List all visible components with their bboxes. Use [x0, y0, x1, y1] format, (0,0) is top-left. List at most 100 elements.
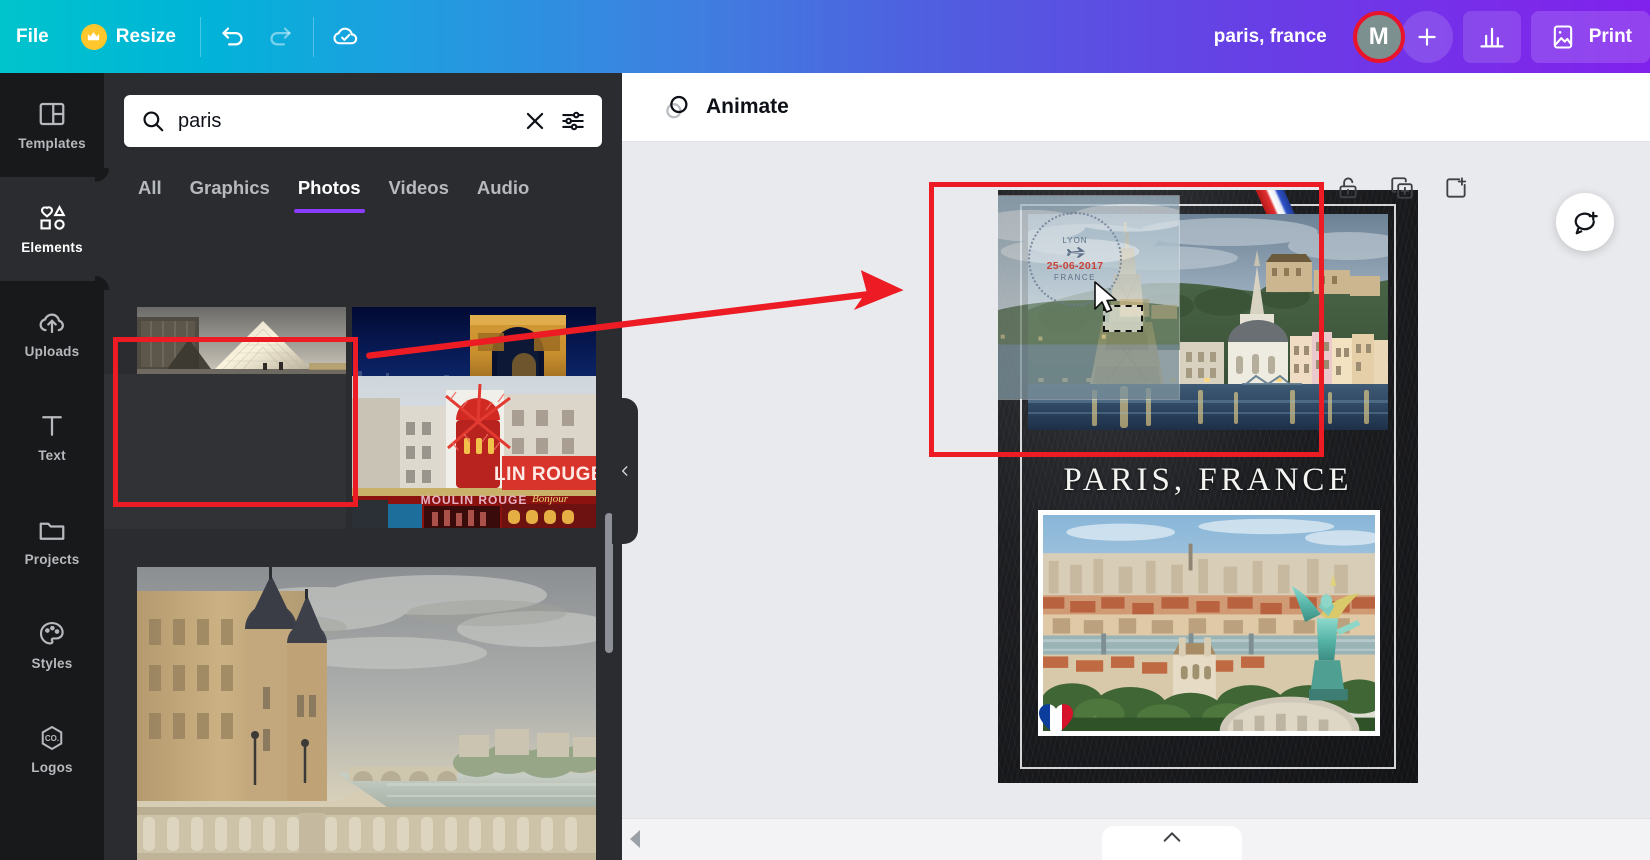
redo-button[interactable]	[257, 13, 305, 61]
drop-target-indicator	[1103, 305, 1143, 332]
chevron-up-icon	[1163, 832, 1181, 842]
projects-icon	[39, 522, 65, 540]
sidebar-item-styles[interactable]: Styles	[0, 593, 104, 697]
design-title-text[interactable]: PARIS, FRANCE	[998, 462, 1418, 499]
sidebar-item-logos[interactable]: CO. Logos	[0, 697, 104, 801]
animate-button[interactable]: Animate	[650, 86, 801, 128]
stamp-city: LYON	[1062, 236, 1088, 245]
logos-icon: CO.	[41, 725, 63, 751]
image-icon	[1553, 24, 1572, 49]
top-toolbar: File Resize paris, france M Print	[0, 0, 1650, 73]
cloud-check-icon	[333, 27, 358, 45]
unlock-icon	[1339, 177, 1357, 199]
print-button[interactable]: Print	[1530, 10, 1650, 63]
insights-button[interactable]	[1462, 10, 1521, 63]
sidebar-item-elements[interactable]: Elements	[0, 177, 104, 281]
list-item[interactable]	[104, 374, 346, 529]
saved-status-button[interactable]	[322, 13, 370, 61]
postage-stamp: LYON 25-06-2017 FRANCE	[1028, 212, 1122, 306]
templates-icon	[39, 102, 65, 126]
add-comment-button[interactable]	[1556, 193, 1614, 251]
avatar-container: M	[1351, 9, 1407, 65]
add-collaborator-button[interactable]	[1400, 10, 1453, 63]
prev-page-button[interactable]	[630, 830, 640, 848]
crown-icon	[80, 23, 107, 50]
french-flag-heart-icon	[1039, 704, 1073, 735]
resize-label: Resize	[115, 25, 176, 47]
search-icon	[143, 111, 164, 132]
redo-icon	[270, 27, 292, 46]
design-bottom-photo[interactable]	[1038, 510, 1380, 736]
tab-photos[interactable]: Photos	[284, 167, 375, 213]
tab-all[interactable]: All	[124, 167, 176, 209]
print-label: Print	[1588, 25, 1632, 47]
document-title[interactable]: paris, france	[1200, 18, 1341, 56]
bar-chart-icon	[1480, 27, 1504, 47]
chevron-left-icon	[621, 466, 628, 476]
sliders-icon[interactable]	[560, 108, 586, 134]
svg-text:Bonjour: Bonjour	[532, 493, 569, 505]
design-toolbar: Animate	[622, 73, 1650, 142]
sidebar-item-projects[interactable]: Projects	[0, 489, 104, 593]
sidebar-label-projects: Projects	[24, 552, 80, 567]
resize-button[interactable]: Resize	[65, 15, 192, 59]
list-item[interactable]	[137, 567, 596, 860]
file-menu-label: File	[16, 25, 49, 47]
top-toolbar-left: File Resize	[0, 0, 370, 73]
sidebar-label-templates: Templates	[18, 136, 86, 151]
flag-heart-sticker[interactable]	[1038, 702, 1074, 736]
stamp-date: 25-06-2017	[1046, 260, 1104, 272]
file-menu-button[interactable]: File	[0, 15, 65, 59]
text-icon	[42, 416, 62, 436]
search-input[interactable]	[178, 109, 510, 133]
styles-icon	[39, 621, 64, 645]
tab-audio[interactable]: Audio	[463, 167, 543, 209]
add-page-button[interactable]	[1434, 166, 1478, 210]
svg-text:LIN ROUGE: LIN ROUGE	[494, 464, 596, 485]
elements-search-panel: All Graphics Photos Videos Audio	[104, 73, 622, 860]
page-tools	[1326, 166, 1478, 210]
sidebar-label-elements: Elements	[21, 240, 83, 255]
panel-collapse-button[interactable]	[612, 398, 638, 544]
sidebar-item-uploads[interactable]: Uploads	[0, 281, 104, 385]
undo-icon	[222, 27, 243, 46]
duplicate-icon	[1391, 177, 1413, 199]
sidebar-label-uploads: Uploads	[24, 344, 80, 359]
elements-icon	[40, 205, 66, 230]
sidebar-label-styles: Styles	[31, 656, 73, 671]
tab-graphics[interactable]: Graphics	[176, 167, 284, 209]
animate-label: Animate	[706, 95, 789, 118]
content-type-tabs: All Graphics Photos Videos Audio	[104, 167, 622, 213]
lock-page-button[interactable]	[1326, 166, 1370, 210]
undo-button[interactable]	[209, 13, 257, 61]
search-bar	[124, 95, 602, 147]
search-results-grid: LIN ROUGE MOULIN ROUGE Bonjour	[104, 264, 622, 860]
animate-circles-icon	[666, 95, 688, 119]
toolbar-divider-1	[199, 16, 201, 57]
toolbar-divider-2	[312, 16, 314, 57]
duplicate-page-button[interactable]	[1380, 166, 1424, 210]
stamp-country: FRANCE	[1054, 273, 1096, 282]
svg-text:CO.: CO.	[45, 734, 59, 743]
uploads-icon	[39, 313, 64, 334]
list-item[interactable]: LIN ROUGE MOULIN ROUGE Bonjour	[352, 376, 596, 528]
moulin-rouge-photo: LIN ROUGE MOULIN ROUGE Bonjour	[352, 376, 596, 528]
add-comment-icon	[1574, 211, 1598, 235]
airplane-icon	[1064, 247, 1086, 258]
add-page-icon	[1446, 177, 1467, 198]
sidebar-label-text: Text	[38, 448, 66, 463]
left-sidebar: Templates Elements Uploads Text Projects…	[0, 73, 104, 860]
avatar[interactable]: M	[1355, 13, 1402, 60]
conciergerie-seine-photo	[137, 567, 596, 860]
sidebar-item-templates[interactable]: Templates	[0, 73, 104, 177]
editor-area: Animate PARIS, FRANCE LYON 25-06-2017 FR…	[622, 73, 1650, 860]
plus-icon	[1418, 27, 1436, 46]
expand-pages-panel-button[interactable]	[1102, 826, 1242, 860]
sidebar-label-logos: Logos	[31, 760, 73, 775]
tab-videos[interactable]: Videos	[375, 167, 463, 209]
aerial-city-angel-photo	[1043, 515, 1375, 731]
sidebar-item-text[interactable]: Text	[0, 385, 104, 489]
editor-bottom-bar	[622, 818, 1650, 860]
close-icon[interactable]	[522, 108, 548, 134]
design-canvas[interactable]: PARIS, FRANCE LYON 25-06-2017 FRANCE	[998, 190, 1418, 783]
